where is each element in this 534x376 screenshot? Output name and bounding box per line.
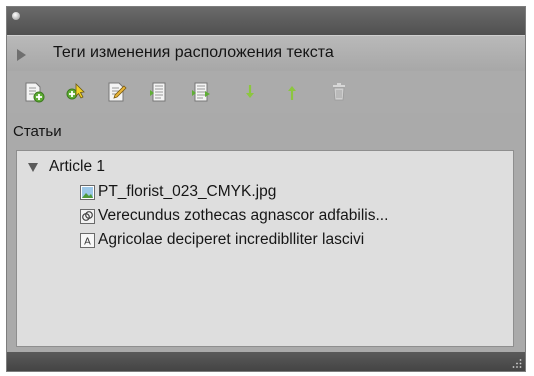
svg-text:A: A [84, 236, 91, 247]
tree-item-text-frame[interactable]: A Agricolae deciperet incrediblliter las… [80, 231, 364, 249]
panel-toolbar [7, 71, 525, 113]
new-from-layout-button[interactable] [148, 81, 170, 103]
move-up-icon [288, 86, 296, 100]
tree-item-linked-text[interactable]: Verecundus zothecas agnascor adfabilis..… [80, 207, 388, 225]
text-frame-icon: A [80, 232, 95, 248]
move-down-icon [246, 85, 254, 98]
article-label: Article 1 [49, 158, 105, 175]
image-icon [80, 184, 95, 200]
panel-title-bar[interactable] [7, 7, 525, 35]
delete-button[interactable] [328, 81, 350, 103]
articles-panel: Теги изменения расположения текста Стать… [6, 6, 526, 372]
panel-tab[interactable]: Теги изменения расположения текста [7, 35, 525, 72]
trash-icon [333, 83, 345, 101]
new-article-icon [25, 82, 45, 103]
articles-tree: Article 1 PT_florist_023_CMYK.jpg Verecu… [16, 150, 514, 347]
linked-text-icon [80, 208, 95, 224]
tree-item-label: PT_florist_023_CMYK.jpg [98, 183, 277, 200]
new-from-selection-icon [192, 82, 210, 102]
tree-item-image[interactable]: PT_florist_023_CMYK.jpg [80, 183, 276, 201]
new-from-layout-icon [150, 82, 166, 102]
resize-grip-icon[interactable] [512, 358, 522, 368]
collapse-triangle-icon[interactable] [17, 49, 26, 61]
edit-button[interactable] [106, 81, 128, 103]
expand-triangle-icon[interactable] [28, 162, 38, 172]
new-from-selection-button[interactable] [190, 81, 212, 103]
panel-tab-title: Теги изменения расположения текста [53, 44, 334, 61]
panel-status-bar [7, 352, 525, 371]
section-heading-articles: Статьи [13, 123, 62, 140]
add-selected-icon [66, 83, 85, 100]
edit-icon [108, 82, 127, 102]
add-selected-button[interactable] [65, 81, 87, 103]
move-up-button[interactable] [281, 81, 303, 103]
tree-item-label: Verecundus zothecas agnascor adfabilis..… [98, 207, 389, 224]
close-dot-icon[interactable] [12, 12, 20, 20]
new-article-button[interactable] [23, 81, 45, 103]
article-row[interactable]: Article 1 [28, 158, 105, 176]
tree-item-label: Agricolae deciperet incrediblliter lasci… [98, 231, 365, 248]
move-down-button[interactable] [239, 81, 261, 103]
